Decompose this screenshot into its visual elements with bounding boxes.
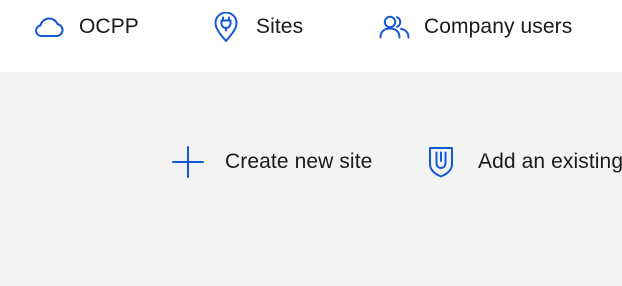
nav-label-company-users: Company users (424, 15, 573, 38)
add-existing-site-label: Add an existing (478, 150, 622, 173)
main-content: Create new site Add an existing (0, 72, 622, 286)
add-existing-site-button[interactable]: Add an existing (428, 142, 622, 182)
top-navigation: OCPP Sites Company users (0, 0, 622, 72)
nav-item-company-users[interactable]: Company users (379, 0, 572, 54)
nav-item-ocpp[interactable]: OCPP (33, 0, 139, 54)
shield-link-icon (428, 146, 454, 178)
nav-item-sites[interactable]: Sites (213, 0, 303, 54)
nav-label-sites: Sites (256, 15, 304, 38)
create-new-site-button[interactable]: Create new site (172, 142, 372, 182)
nav-label-ocpp: OCPP (79, 15, 139, 38)
plus-icon (172, 146, 204, 178)
create-new-site-label: Create new site (225, 150, 373, 173)
location-pin-plug-icon (213, 12, 239, 42)
users-icon (379, 15, 410, 39)
cloud-icon (33, 16, 65, 38)
